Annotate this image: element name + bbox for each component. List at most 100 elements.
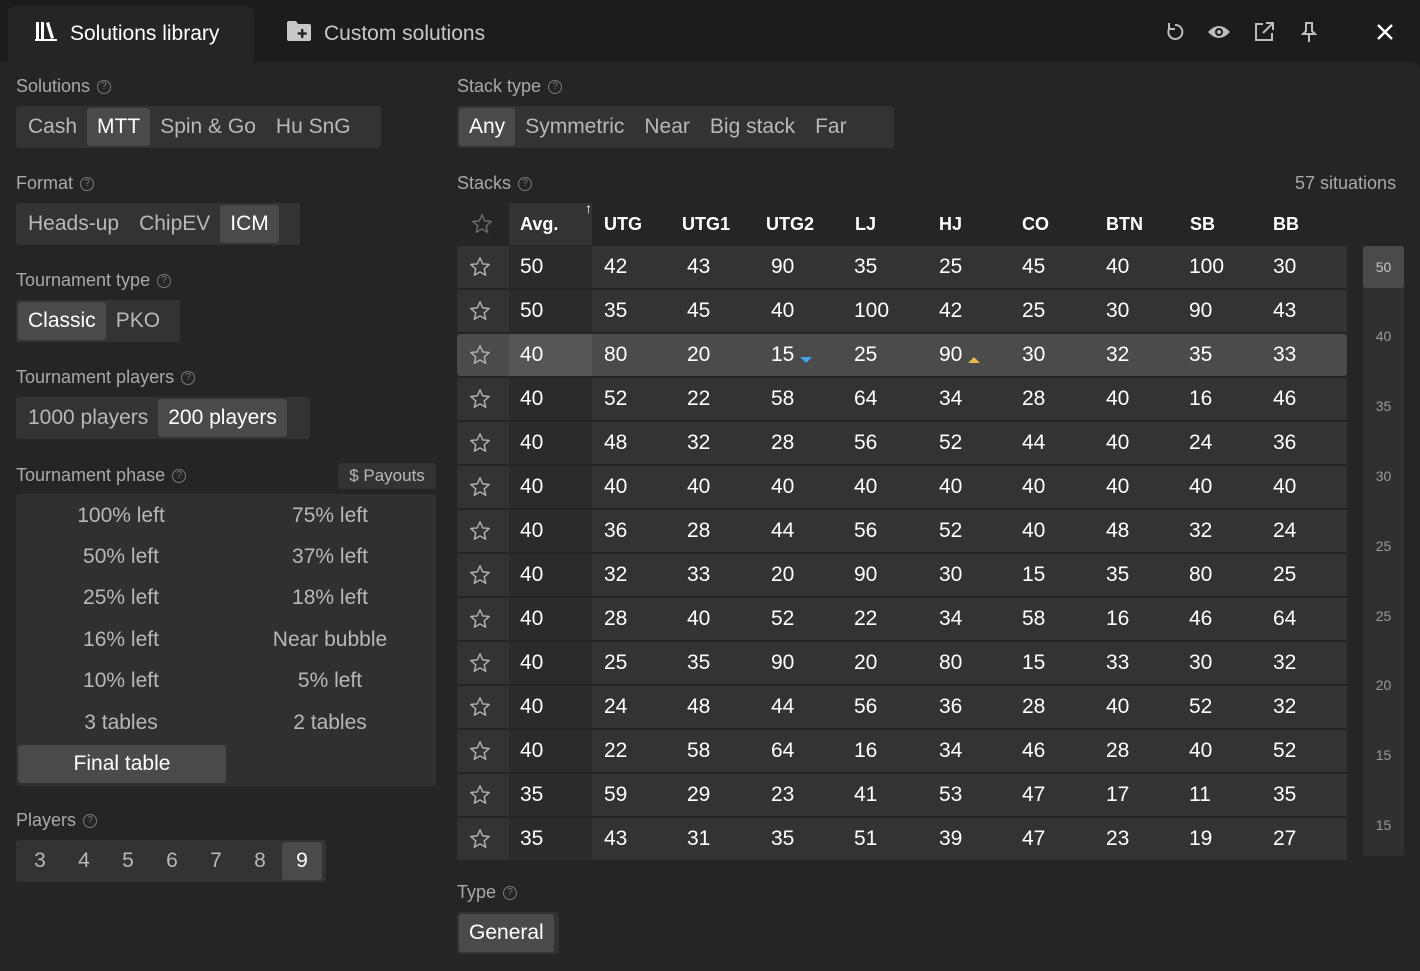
phase-option[interactable]: 37% left [226,538,434,576]
help-icon[interactable]: ? [80,176,95,191]
star-icon[interactable] [469,696,491,718]
phase-option[interactable]: 10% left [17,662,225,700]
star-icon[interactable] [469,300,491,322]
option-any[interactable]: Any [459,108,516,146]
refresh-icon[interactable] [1163,20,1187,44]
external-link-icon[interactable] [1252,20,1276,44]
table-row[interactable]: 50 35 45 40 100 42 25 30 90 43 [457,290,1347,332]
payouts-button[interactable]: $ Payouts [338,463,436,489]
option-hu-sng[interactable]: Hu SnG [266,108,361,146]
pin-icon[interactable] [1297,20,1321,44]
option-classic[interactable]: Classic [18,302,106,340]
table-row[interactable]: 40 52 22 58 64 34 28 40 16 46 [457,378,1347,420]
phase-option[interactable]: 3 tables [17,704,225,742]
phase-option[interactable]: 75% left [226,497,434,535]
star-icon[interactable] [469,344,491,366]
star-icon[interactable] [469,432,491,454]
table-row[interactable]: 40 22 58 64 16 34 46 28 40 52 [457,730,1347,772]
table-row[interactable]: 40 24 48 44 56 36 28 40 52 32 [457,686,1347,728]
column-header-utg2[interactable]: UTG2 [766,203,814,245]
help-icon[interactable]: ? [181,370,196,385]
stack-scrollbar[interactable]: 50 40 35 30 25 25 20 15 15 [1363,246,1404,856]
star-icon[interactable] [469,652,491,674]
tab-custom-solutions[interactable]: Custom solutions [262,6,562,62]
option-cash[interactable]: Cash [18,108,87,146]
column-header-bb[interactable]: BB [1273,203,1299,245]
table-row[interactable]: 50 42 43 90 35 25 45 40 100 30 [457,246,1347,288]
help-icon[interactable]: ? [518,176,533,191]
option-symmetric[interactable]: Symmetric [515,108,634,146]
stack-cell: 33 [1106,651,1130,674]
tournament-type-selector: Classic PKO [16,300,180,342]
players-option[interactable]: 5 [106,842,150,880]
players-option[interactable]: 3 [18,842,62,880]
option-icm[interactable]: ICM [220,205,279,243]
star-icon[interactable] [469,476,491,498]
star-icon[interactable] [469,256,491,278]
table-row[interactable]: 40 36 28 44 56 52 40 48 32 24 [457,510,1347,552]
star-icon[interactable] [469,740,491,762]
column-header-btn[interactable]: BTN [1106,203,1143,245]
stack-cell: 52 [604,387,628,410]
players-option[interactable]: 7 [194,842,238,880]
help-icon[interactable]: ? [172,468,187,483]
help-icon[interactable]: ? [157,273,172,288]
column-header-co[interactable]: CO [1022,203,1049,245]
column-header-utg[interactable]: UTG [604,203,642,245]
star-icon[interactable] [469,784,491,806]
star-icon[interactable] [469,608,491,630]
phase-option[interactable]: 5% left [226,662,434,700]
column-header-hj[interactable]: HJ [939,203,962,245]
column-header-utg1[interactable]: UTG1 [682,203,730,245]
phase-option[interactable]: 25% left [17,579,225,617]
table-row[interactable]: 40 32 33 20 90 30 15 35 80 25 [457,554,1347,596]
players-option-selected[interactable]: 9 [282,842,322,880]
favorites-column-star-icon[interactable] [458,203,506,245]
option-big-stack[interactable]: Big stack [700,108,805,146]
tab-solutions-library[interactable]: Solutions library [8,6,254,62]
star-icon[interactable] [469,388,491,410]
table-row[interactable]: 40 28 40 52 22 34 58 16 46 64 [457,598,1347,640]
table-row[interactable]: 40 40 40 40 40 40 40 40 40 40 [457,466,1347,508]
table-row[interactable]: 35 59 29 23 41 53 47 17 11 35 [457,774,1347,816]
table-row[interactable]: 40 48 32 28 56 52 44 40 24 36 [457,422,1347,464]
option-pko[interactable]: PKO [106,302,170,340]
column-header-sb[interactable]: SB [1190,203,1215,245]
option-mtt[interactable]: MTT [87,108,151,146]
table-row[interactable]: 40 25 35 90 20 80 15 33 30 32 [457,642,1347,684]
phase-option-final-table[interactable]: Final table [18,745,226,783]
option-heads-up[interactable]: Heads-up [18,205,129,243]
option-chipev[interactable]: ChipEV [129,205,220,243]
help-icon[interactable]: ? [83,813,98,828]
option-general[interactable]: General [459,914,554,952]
phase-option[interactable]: 2 tables [226,704,434,742]
table-row[interactable]: 40 80 20 15 25 90 30 32 35 33 [457,334,1347,376]
phase-option[interactable]: Near bubble [226,621,434,659]
phase-option[interactable]: 18% left [226,579,434,617]
option-200-players[interactable]: 200 players [158,399,287,437]
star-icon[interactable] [469,828,491,850]
help-icon[interactable]: ? [548,79,563,94]
help-icon[interactable]: ? [503,885,518,900]
stack-cell: 35 [1189,343,1213,366]
phase-option[interactable]: 100% left [17,497,225,535]
close-icon[interactable] [1373,20,1397,44]
column-header-lj[interactable]: LJ [855,203,876,245]
option-near[interactable]: Near [634,108,700,146]
avg-cell: 40 [520,343,544,366]
option-far[interactable]: Far [805,108,857,146]
players-option[interactable]: 4 [62,842,106,880]
players-option[interactable]: 6 [150,842,194,880]
option-1000-players[interactable]: 1000 players [18,399,158,437]
phase-option[interactable]: 16% left [17,621,225,659]
eye-icon[interactable] [1207,20,1231,44]
star-icon[interactable] [469,520,491,542]
table-row[interactable]: 35 43 31 35 51 39 47 23 19 27 [457,818,1347,860]
players-option[interactable]: 8 [238,842,282,880]
star-icon[interactable] [469,564,491,586]
option-spin-go[interactable]: Spin & Go [150,108,266,146]
stack-down-marker-icon [800,351,812,369]
column-header-avg[interactable]: Avg. [509,203,592,245]
help-icon[interactable]: ? [97,79,112,94]
phase-option[interactable]: 50% left [17,538,225,576]
